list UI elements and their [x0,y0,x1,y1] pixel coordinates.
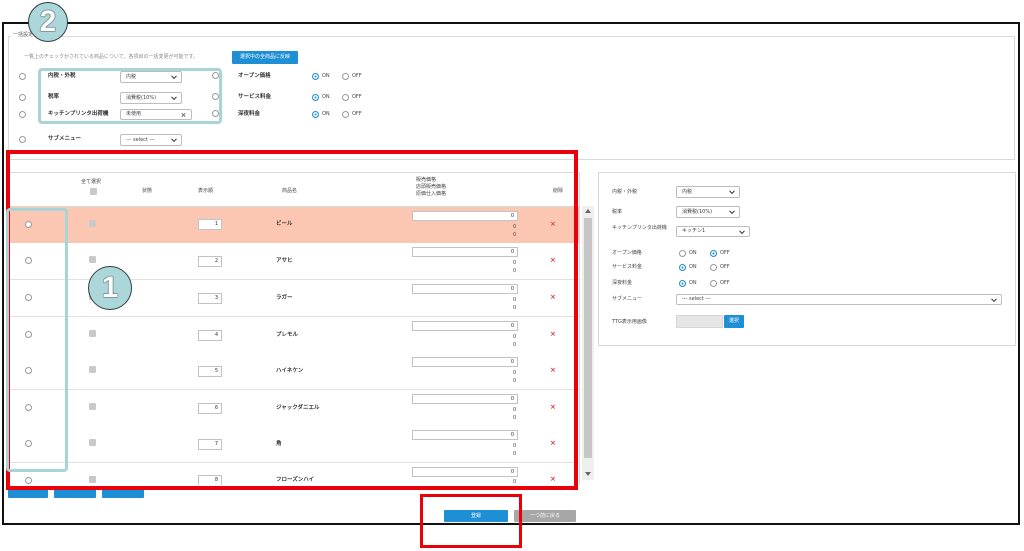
on-label: ON [322,94,330,100]
off-label: OFF [352,73,362,79]
on-label: ON [322,73,330,79]
detail-submenu-value: --- select --- [682,296,711,302]
image-select-button[interactable]: 選択 [724,315,744,328]
annotation-radio-column-highlight [6,208,68,472]
back-button[interactable]: 一つ前に戻る [514,510,576,522]
scroll-up-arrow-icon[interactable] [585,209,591,213]
scrollbar-thumb[interactable] [584,218,592,458]
bulk-tax-rate-radio[interactable] [19,94,26,101]
detail-tax-type-label: 内税・外税 [612,189,638,195]
annotation-table-highlight [6,150,578,490]
image-filename-field[interactable] [676,315,723,328]
annotation-bulk-fields-highlight [38,68,222,124]
detail-open-price-off-radio[interactable] [710,250,717,257]
bulk-night-charge-label: 深夜料金 [238,111,261,117]
detail-service-charge-on-radio[interactable] [679,264,686,271]
bulk-service-charge-off-radio[interactable] [342,94,349,101]
bulk-settings-note: 一覧上のチェックがされている商品について、各項目の一括変更が可能です。 [24,54,198,60]
bulk-submenu-value: --- select --- [126,136,155,143]
annotation-badge-1: 1 [88,266,132,310]
off-label: OFF [720,250,730,256]
detail-open-price-on-radio[interactable] [679,250,686,257]
bulk-night-charge-on-radio[interactable] [312,111,319,118]
bulk-submenu-radio[interactable] [19,136,26,143]
off-label: OFF [352,111,362,117]
bulk-submenu-label: サブメニュー [48,136,82,142]
detail-kitchen-printer-label: キッチンプリンタ出荷機 [612,225,667,231]
chevron-down-icon [739,227,745,234]
detail-night-charge-off-radio[interactable] [710,280,717,287]
product-detail-panel [598,172,1016,346]
bulk-kitchen-printer-radio[interactable] [19,111,26,118]
detail-kitchen-printer-select[interactable]: キッチン1 [676,226,750,237]
chevron-down-icon [171,136,177,143]
apply-to-selected-button[interactable]: 選択中の全商品に反映 [232,51,298,64]
off-label: OFF [720,264,730,270]
detail-night-charge-label: 深夜料金 [612,280,633,286]
bulk-open-price-label: オープン価格 [238,73,271,79]
chevron-down-icon [729,208,735,215]
bulk-service-charge-on-radio[interactable] [312,94,319,101]
annotation-register-highlight [420,494,522,548]
off-label: OFF [352,94,362,100]
detail-tax-type-select[interactable]: 内税 [676,186,740,198]
scroll-down-arrow-icon[interactable] [585,472,591,476]
detail-tax-rate-value: 消費税(10%) [682,208,713,215]
on-label: ON [322,111,330,117]
on-label: ON [689,280,697,286]
bulk-open-price-on-radio[interactable] [312,73,319,80]
bulk-night-charge-off-radio[interactable] [342,111,349,118]
detail-night-charge-on-radio[interactable] [679,280,686,287]
chevron-down-icon [991,295,997,302]
detail-submenu-label: サブメニュー [612,296,643,302]
on-label: ON [689,264,697,270]
detail-open-price-label: オープン価格 [612,250,642,256]
off-label: OFF [720,280,730,286]
bulk-open-price-off-radio[interactable] [342,73,349,80]
detail-tax-rate-label: 税率 [612,209,623,215]
annotation-badge-2: 2 [28,2,68,42]
detail-tax-rate-select[interactable]: 消費税(10%) [676,206,740,218]
detail-tax-type-value: 内税 [682,188,693,195]
bulk-tax-type-radio[interactable] [19,73,26,80]
bulk-submenu-select[interactable]: --- select --- [120,134,182,146]
detail-submenu-select[interactable]: --- select --- [676,294,1002,305]
on-label: ON [689,250,697,256]
bulk-service-charge-label: サービス料金 [238,94,272,100]
detail-image-label: TTG表示用画像 [612,319,647,325]
detail-kitchen-printer-value: キッチン1 [682,228,706,234]
detail-service-charge-label: サービス料金 [612,264,643,270]
detail-service-charge-off-radio[interactable] [710,264,717,271]
chevron-down-icon [729,188,735,195]
